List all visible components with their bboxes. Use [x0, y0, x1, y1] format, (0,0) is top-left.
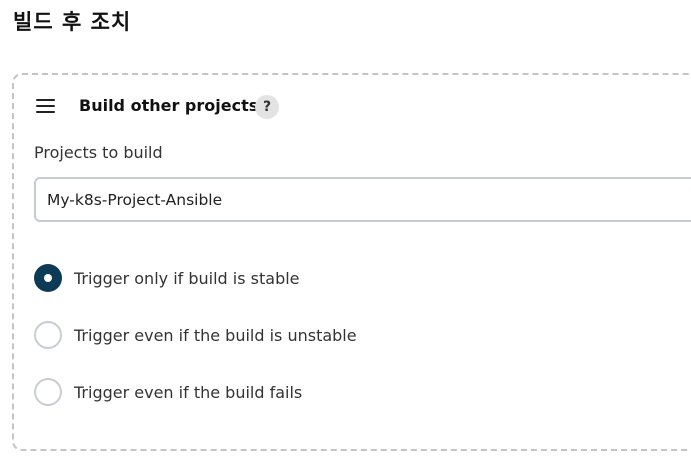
- projects-to-build-label: Projects to build: [34, 143, 163, 162]
- radio-trigger-stable[interactable]: Trigger only if build is stable: [34, 264, 300, 292]
- radio-label-unstable: Trigger even if the build is unstable: [74, 325, 357, 345]
- post-build-actions-page: 빌드 후 조치 Build other projects ? Projects …: [0, 0, 691, 458]
- radio-button-selected[interactable]: [34, 264, 62, 292]
- drag-handle-icon[interactable]: [36, 99, 55, 113]
- radio-label-stable: Trigger only if build is stable: [74, 268, 300, 288]
- radio-button[interactable]: [34, 321, 62, 349]
- radio-trigger-unstable[interactable]: Trigger even if the build is unstable: [34, 321, 357, 349]
- radio-button[interactable]: [34, 378, 62, 406]
- radio-trigger-fails[interactable]: Trigger even if the build fails: [34, 378, 302, 406]
- help-icon[interactable]: ?: [255, 95, 279, 119]
- projects-to-build-input[interactable]: [34, 177, 691, 222]
- radio-label-fails: Trigger even if the build fails: [74, 382, 303, 402]
- card-title: Build other projects: [79, 96, 259, 115]
- section-title: 빌드 후 조치: [13, 10, 132, 34]
